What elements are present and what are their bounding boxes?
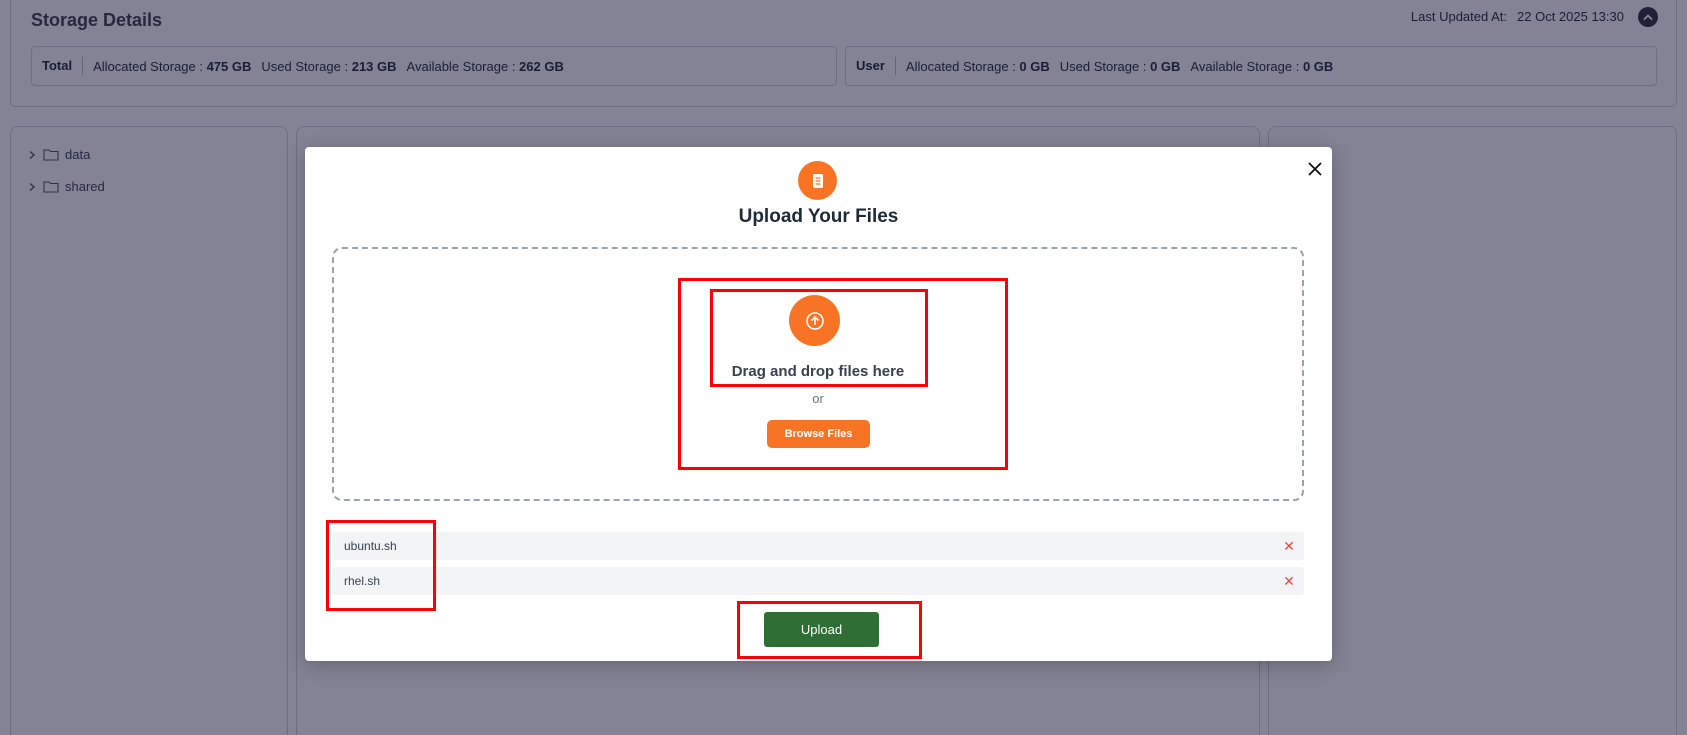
upload-button[interactable]: Upload	[764, 612, 879, 647]
file-name: ubuntu.sh	[344, 539, 397, 553]
modal-title: Upload Your Files	[738, 206, 899, 227]
drop-zone[interactable]: Drag and drop files here or	[332, 247, 1304, 501]
upload-arrow-icon	[789, 295, 840, 346]
upload-modal: Upload Your Files Drag and drop files he…	[305, 147, 1332, 661]
document-icon	[798, 161, 837, 200]
close-button[interactable]	[1306, 160, 1324, 178]
or-text: or	[812, 391, 824, 406]
file-item: rhel.sh ✕	[332, 567, 1304, 595]
file-item: ubuntu.sh ✕	[332, 532, 1304, 560]
remove-file-icon[interactable]: ✕	[1282, 539, 1296, 553]
remove-file-icon[interactable]: ✕	[1282, 574, 1296, 588]
close-icon	[1308, 162, 1322, 176]
file-name: rhel.sh	[344, 574, 381, 588]
drag-drop-text: Drag and drop files here	[731, 363, 905, 380]
browse-files-button[interactable]: Browse Files	[767, 420, 870, 448]
